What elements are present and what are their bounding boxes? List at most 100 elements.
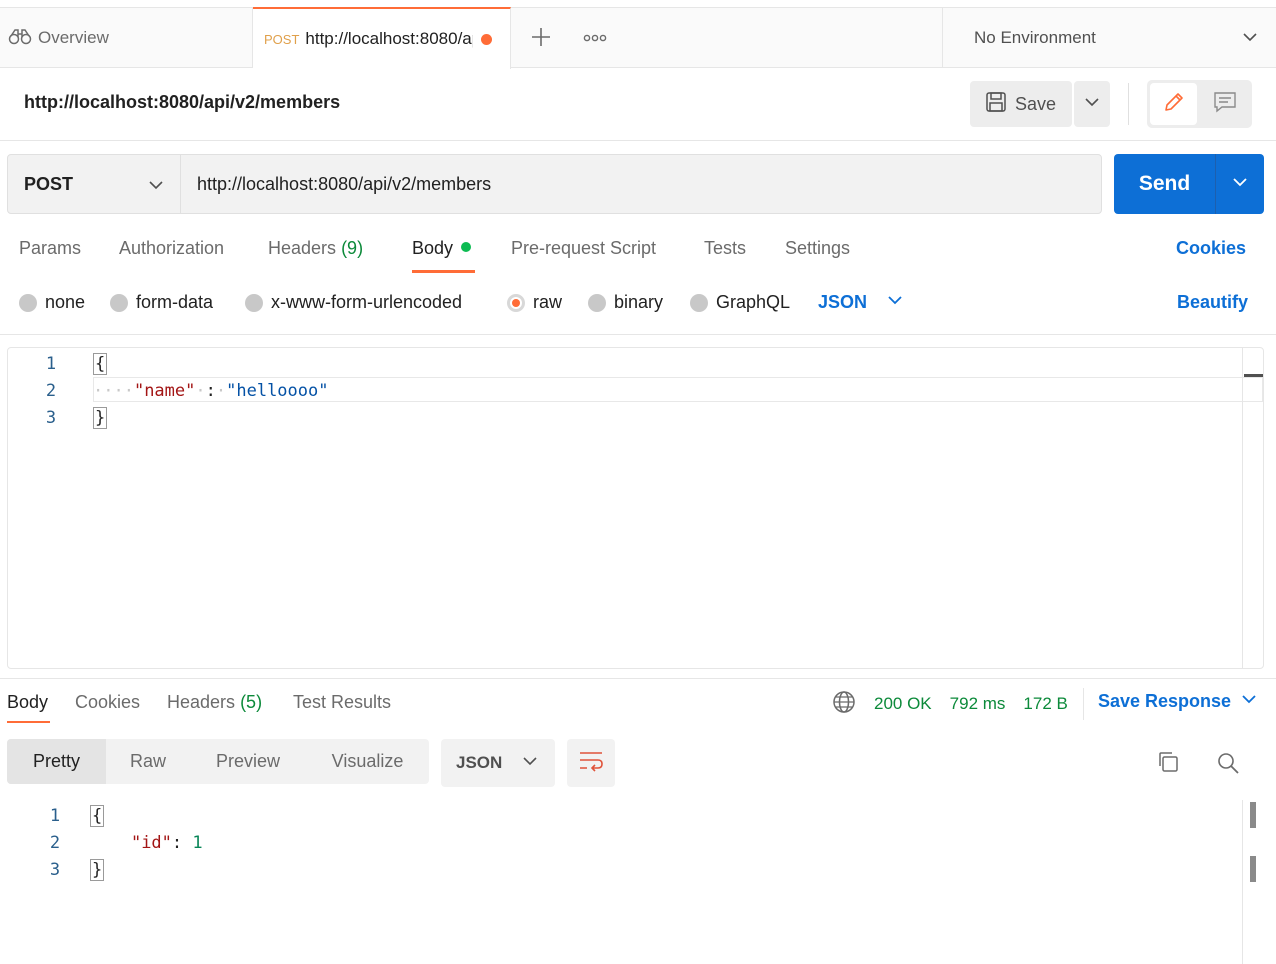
copy-icon[interactable] xyxy=(1156,750,1180,779)
view-pretty-button[interactable]: Pretty xyxy=(7,739,106,784)
radio-graphql[interactable]: GraphQL xyxy=(690,292,790,313)
tab-authorization[interactable]: Authorization xyxy=(119,238,224,259)
chevron-down-icon xyxy=(1241,691,1257,712)
code-text: "id": 1 xyxy=(90,833,203,853)
environment-select[interactable]: No Environment xyxy=(942,8,1276,68)
request-tabs: Params Authorization Headers (9) Body Pr… xyxy=(0,238,1276,278)
tab-body[interactable]: Body xyxy=(412,238,472,259)
binoculars-icon xyxy=(8,27,32,50)
plus-icon[interactable] xyxy=(528,24,554,50)
search-icon[interactable] xyxy=(1216,751,1240,780)
view-preview-button[interactable]: Preview xyxy=(190,739,306,784)
radio-raw[interactable]: raw xyxy=(507,292,562,313)
status-code[interactable]: 200 OK xyxy=(874,694,932,714)
view-visualize-button[interactable]: Visualize xyxy=(306,739,429,784)
radio-circle xyxy=(110,293,128,312)
response-tab-test-results[interactable]: Test Results xyxy=(293,692,391,713)
radio-binary[interactable]: binary xyxy=(588,292,663,313)
tab-tests[interactable]: Tests xyxy=(704,238,746,259)
radio-form-data[interactable]: form-data xyxy=(110,292,213,313)
radio-none-label: none xyxy=(45,292,86,312)
response-language-label: JSON xyxy=(456,753,503,772)
radio-circle xyxy=(690,293,708,312)
response-tabs: Body Cookies Headers (5) Test Results xyxy=(0,692,820,723)
tab-headers-label: Headers xyxy=(268,238,337,258)
tab-overview[interactable]: Overview xyxy=(0,8,253,68)
response-tab-headers-label: Headers xyxy=(167,692,236,712)
tab-tests-label: Tests xyxy=(704,238,747,258)
method-select[interactable]: POST xyxy=(7,154,181,214)
response-headers-count: (5) xyxy=(240,692,263,712)
send-button[interactable]: Send xyxy=(1114,154,1215,214)
radio-urlencoded-label: x-www-form-urlencoded xyxy=(271,292,463,312)
url-input-value: http://localhost:8080/api/v2/members xyxy=(197,173,492,194)
code-text: { xyxy=(93,353,108,375)
url-input[interactable]: http://localhost:8080/api/v2/members xyxy=(180,154,1102,214)
edit-mode-button[interactable] xyxy=(1150,83,1197,125)
response-tab-cookies[interactable]: Cookies xyxy=(75,692,140,713)
response-language-select[interactable]: JSON xyxy=(441,739,555,787)
comment-icon xyxy=(1213,91,1237,118)
response-size[interactable]: 172 B xyxy=(1023,694,1067,714)
radio-circle xyxy=(245,293,263,312)
json-brace: { xyxy=(93,353,108,375)
beautify-link[interactable]: Beautify xyxy=(1177,292,1248,313)
json-value: 1 xyxy=(192,833,203,853)
editor-scrollbar[interactable] xyxy=(1242,348,1243,668)
save-response-label: Save Response xyxy=(1098,691,1232,711)
chevron-down-icon xyxy=(148,177,164,198)
save-options-button[interactable] xyxy=(1074,81,1110,127)
json-key: "name" xyxy=(133,381,196,401)
line-number: 1 xyxy=(49,806,61,826)
active-tab-underline xyxy=(412,270,475,273)
tab-authorization-label: Authorization xyxy=(119,238,225,258)
view-mode-toggle xyxy=(1147,80,1252,128)
body-language-select[interactable]: JSON xyxy=(818,292,903,313)
tab-params[interactable]: Params xyxy=(19,238,81,259)
tab-overview-label: Overview xyxy=(38,28,109,47)
body-language-label: JSON xyxy=(818,292,868,312)
tab-settings[interactable]: Settings xyxy=(785,238,850,259)
radio-binary-label: binary xyxy=(614,292,664,312)
response-tab-cookies-label: Cookies xyxy=(75,692,141,712)
view-visualize-label: Visualize xyxy=(331,751,404,771)
divider xyxy=(1128,83,1129,125)
cookies-link[interactable]: Cookies xyxy=(1176,238,1246,259)
tab-headers[interactable]: Headers (9) xyxy=(268,238,363,259)
chevron-down-icon xyxy=(1242,29,1258,50)
tab-pre-request-script[interactable]: Pre-request Script xyxy=(511,238,656,259)
tab-settings-label: Settings xyxy=(785,238,851,258)
response-view-modes: Pretty Raw Preview Visualize xyxy=(7,739,429,784)
line-number: 1 xyxy=(45,354,57,374)
line-number: 2 xyxy=(49,833,61,853)
response-body-viewer[interactable]: 1 { 2 "id": 1 3 } xyxy=(0,800,1276,964)
radio-none[interactable]: none xyxy=(19,292,85,313)
code-text: } xyxy=(93,407,108,429)
environment-label: No Environment xyxy=(974,28,1096,47)
tab-params-label: Params xyxy=(19,238,82,258)
radio-x-www-form-urlencoded[interactable]: x-www-form-urlencoded xyxy=(245,292,462,313)
response-tab-body[interactable]: Body xyxy=(7,692,48,713)
line-number: 2 xyxy=(45,381,57,401)
response-tab-headers[interactable]: Headers (5) xyxy=(167,692,262,713)
code-text: } xyxy=(90,859,105,881)
response-time[interactable]: 792 ms xyxy=(950,694,1006,714)
tab-request-active[interactable]: POST http://localhost:8080/api/v2/member… xyxy=(253,7,511,69)
view-raw-button[interactable]: Raw xyxy=(106,739,190,784)
view-preview-label: Preview xyxy=(215,751,281,771)
globe-icon[interactable] xyxy=(832,690,856,719)
divider xyxy=(0,334,1276,335)
more-icon[interactable] xyxy=(583,28,607,48)
workspace-tab-bar: Overview POST http://localhost:8080/api/… xyxy=(0,7,1276,69)
save-response-button[interactable]: Save Response xyxy=(1098,691,1257,712)
save-button[interactable]: Save xyxy=(970,81,1072,127)
wrap-lines-button[interactable] xyxy=(567,739,615,787)
send-options-button[interactable] xyxy=(1215,154,1264,214)
request-title[interactable]: http://localhost:8080/api/v2/members xyxy=(24,92,340,113)
send-button-label: Send xyxy=(1138,172,1191,195)
request-body-editor[interactable]: 1 { 2 ····"name"·:·"helloooo" 3 } xyxy=(7,347,1264,669)
scrollbar-marker xyxy=(1250,856,1256,882)
comments-mode-button[interactable] xyxy=(1201,83,1249,125)
response-scrollbar[interactable] xyxy=(1242,800,1243,964)
tab-url-label: http://localhost:8080/api/v2/members xyxy=(305,29,473,48)
